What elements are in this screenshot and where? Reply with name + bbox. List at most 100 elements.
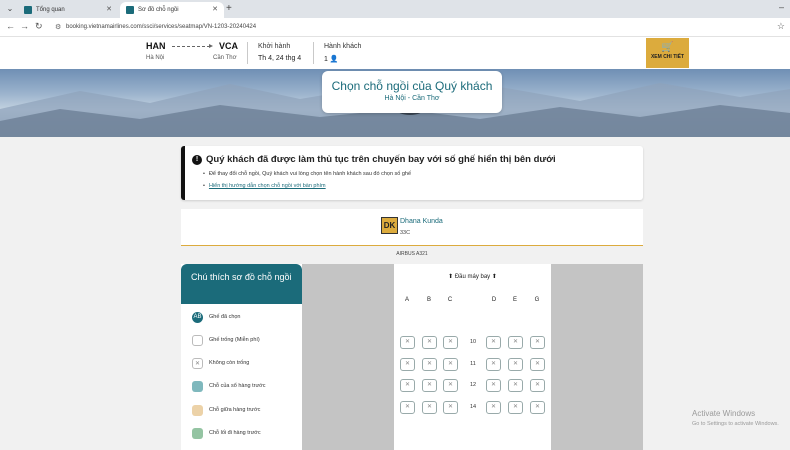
passenger-selector[interactable]: DK Dhana Kunda 33C [181,209,643,246]
passenger-seat: 33C [400,230,411,236]
selected-seat-swatch: AB [192,311,203,323]
seat-unavailable[interactable]: ✕ [486,358,501,371]
route-arrow-icon [172,44,213,48]
legend-item-unavailable: ✕ Không còn trống [192,357,249,369]
fuselage-right [551,264,643,450]
column-label: B [426,297,431,303]
seat-unavailable[interactable]: ✕ [443,336,458,349]
seat-unavailable[interactable]: ✕ [400,336,415,349]
arrow-up-icon: ⬆ [491,274,497,280]
seat-unavailable[interactable]: ✕ [530,401,545,414]
seat-unavailable[interactable]: ✕ [422,358,437,371]
passenger-count: 1 👤 [324,56,339,63]
seat-unavailable[interactable]: ✕ [422,336,437,349]
seat-map-cabin: ⬆ Đầu máy bay ⬆ A B C D E G ✕ ✕ ✕ ✕ ✕ ✕ 10 ✕ ✕ ✕ ✕… [394,264,551,450]
arrow-up-icon: ⬆ [448,274,454,280]
close-tab-icon[interactable]: ✕ [106,5,112,13]
activate-windows-title: Activate Windows [692,409,756,418]
minimize-icon[interactable]: – [779,2,784,12]
seat-unavailable[interactable]: ✕ [400,401,415,414]
tab-label: Tổng quan [36,7,65,13]
front-middle-swatch [192,404,203,416]
seat-unavailable[interactable]: ✕ [508,358,523,371]
avatar: DK [381,217,398,234]
notice-instruction: Để thay đổi chỗ ngồi, Quý khách vui lòng… [203,171,411,177]
fuselage-left [302,264,394,450]
seat-unavailable[interactable]: ✕ [530,336,545,349]
tab-label: Sơ đồ chỗ ngồi [138,7,179,13]
browser-tab-seatmap[interactable]: Sơ đồ chỗ ngồi ✕ [120,2,224,18]
keyboard-help-link[interactable]: Hiển thị hướng dẫn chọn chỗ ngồi với bàn… [209,183,326,189]
depart-label: Khởi hành [258,43,291,50]
legend-title: Chú thích sơ đồ chỗ ngồi [181,264,302,304]
view-details-button[interactable]: 🛒 XEM CHI TIẾT [646,38,689,68]
divider [247,42,248,64]
seat-unavailable[interactable]: ✕ [422,401,437,414]
front-aisle-swatch [192,427,203,439]
favicon-icon [24,6,32,14]
passenger-name[interactable]: Dhana Kunda [400,218,443,225]
keyboard-help-item: Hiển thị hướng dẫn chọn chỗ ngồi với bàn… [203,183,326,189]
seat-unavailable[interactable]: ✕ [443,401,458,414]
divider [313,42,314,64]
checkin-notice: ! Quý khách đã được làm thủ tục trên chu… [181,146,643,200]
legend-item-front-middle: Chỗ giữa hàng trước [192,404,260,416]
row-number: 11 [470,361,476,367]
person-icon: 👤 [329,56,339,63]
origin-city: Hà Nội [146,55,165,61]
address-bar-row: ← → ↻ ⚙ booking.vietnamairlines.com/ssci… [0,18,790,37]
depart-date: Th 4, 24 thg 4 [258,55,302,62]
free-seat-swatch [192,334,203,346]
browser-tab-overview[interactable]: Tổng quan ✕ [18,2,118,18]
notice-title: Quý khách đã được làm thủ tục trên chuyế… [206,154,556,165]
route-subtitle: Hà Nội - Cần Thơ [384,95,440,102]
forward-icon[interactable]: → [20,21,29,31]
column-label: D [491,297,497,303]
seat-unavailable[interactable]: ✕ [508,401,523,414]
column-label: C [447,297,453,303]
seat-unavailable[interactable]: ✕ [508,336,523,349]
seat-unavailable[interactable]: ✕ [530,358,545,371]
site-info-icon[interactable]: ⚙ [55,21,61,34]
hero-banner: Chọn chỗ ngồi của Quý khách Hà Nội - Cần… [0,69,790,137]
seat-unavailable[interactable]: ✕ [443,379,458,392]
tab-list-icon[interactable]: ⌄ [4,3,16,15]
info-icon: ! [192,155,202,165]
column-label: E [512,297,517,303]
seat-unavailable[interactable]: ✕ [422,379,437,392]
activate-windows-subtitle: Go to Settings to activate Windows. [692,421,779,427]
legend-item-selected: AB Ghế đã chọn [192,311,241,323]
row-number: 10 [469,339,477,345]
front-of-plane: ⬆ Đầu máy bay ⬆ [448,274,497,280]
bookmark-star-icon[interactable]: ☆ [777,21,785,32]
seat-legend: Chú thích sơ đồ chỗ ngồi AB Ghế đã chọn … [181,264,302,450]
legend-item-free: Ghế trống (Miễn phí) [192,334,260,346]
seat-unavailable[interactable]: ✕ [400,358,415,371]
url-field[interactable]: ⚙ booking.vietnamairlines.com/ssci/servi… [50,21,770,34]
passenger-label: Hành khách [324,43,362,50]
dest-city: Cần Thơ [213,55,237,61]
seat-unavailable[interactable]: ✕ [530,379,545,392]
column-label: G [534,297,540,303]
seat-unavailable[interactable]: ✕ [486,379,501,392]
seat-unavailable[interactable]: ✕ [508,379,523,392]
close-tab-icon[interactable]: ✕ [212,5,218,13]
legend-item-front-aisle: Chỗ lối đi hàng trước [192,427,261,439]
row-number: 12 [469,382,477,388]
cart-icon: 🛒 [661,42,674,53]
new-tab-icon[interactable]: + [226,3,232,14]
browser-tab-bar: ⌄ Tổng quan ✕ Sơ đồ chỗ ngồi ✕ + – [0,0,790,18]
seat-unavailable[interactable]: ✕ [486,401,501,414]
legend-item-front-window: Chỗ của sổ hàng trước [192,380,266,392]
reload-icon[interactable]: ↻ [35,21,43,32]
back-icon[interactable]: ← [6,21,15,31]
seat-unavailable[interactable]: ✕ [486,336,501,349]
dest-code: VCA [219,41,239,51]
unavailable-seat-swatch: ✕ [192,357,203,369]
seat-unavailable[interactable]: ✕ [443,358,458,371]
seat-unavailable[interactable]: ✕ [400,379,415,392]
aircraft-type: AIRBUS A321 [396,251,428,257]
favicon-icon [126,6,134,14]
hero-title-card: Chọn chỗ ngồi của Quý khách Hà Nội - Cần… [322,71,502,113]
url-text: booking.vietnamairlines.com/ssci/service… [66,24,257,30]
